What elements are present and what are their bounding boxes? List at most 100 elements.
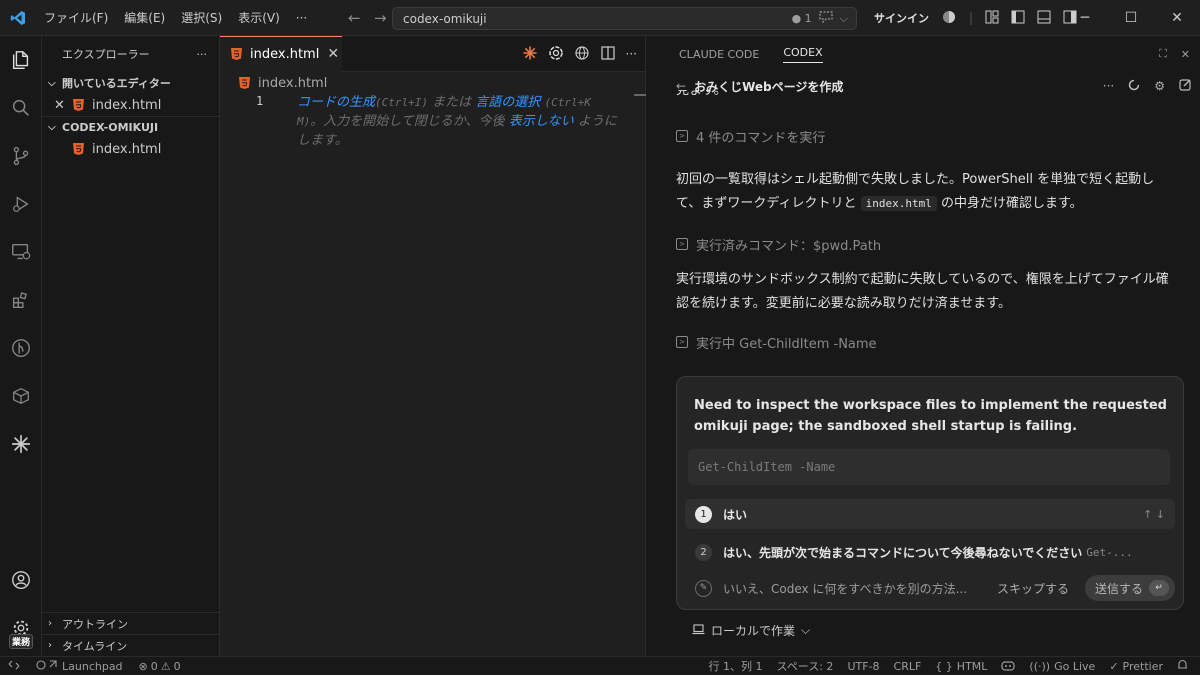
go-live-button[interactable]: ((·)) Go Live xyxy=(1029,660,1095,673)
skip-button[interactable]: スキップする xyxy=(997,580,1069,597)
minimize-icon[interactable]: ─ xyxy=(1062,0,1108,36)
outline-section[interactable]: › アウトライン xyxy=(42,612,220,634)
code-line-1[interactable]: 1 コードの生成(Ctrl+I) または 言語の選択 (Ctrl+K M)。入力… xyxy=(220,94,645,154)
project-section[interactable]: ⌵ CODEX-OMIKUJI xyxy=(42,116,219,138)
gitlens-icon[interactable] xyxy=(0,324,42,372)
editor-more-icon[interactable]: ··· xyxy=(626,47,637,61)
project-label: CODEX-OMIKUJI xyxy=(62,121,159,134)
line-ending[interactable]: CRLF xyxy=(894,660,922,673)
chat-more-icon[interactable]: ··· xyxy=(1103,79,1114,93)
inline-code: index.html xyxy=(860,196,937,211)
option-yes[interactable]: 1 はい ↑ ↓ xyxy=(685,499,1175,529)
menu-more[interactable]: ··· xyxy=(288,11,315,25)
tab-index-html[interactable]: index.html ✕ xyxy=(220,35,342,72)
chat-icon[interactable] xyxy=(818,10,834,27)
chevron-right-icon: › xyxy=(48,618,52,629)
notifications-bell-icon[interactable] xyxy=(1177,659,1188,674)
search-text: codex-omikuji xyxy=(403,11,487,26)
menu-view[interactable]: 表示(V) xyxy=(230,9,288,26)
prettier-item[interactable]: ✓ Prettier xyxy=(1109,660,1163,673)
message-text: の中身だけ確認します。 xyxy=(940,196,1083,211)
open-editor-item[interactable]: ✕ index.html xyxy=(42,94,219,116)
project-file-item[interactable]: index.html xyxy=(42,138,219,160)
breadcrumb[interactable]: index.html xyxy=(220,72,645,94)
signin-button[interactable]: サインイン xyxy=(874,10,929,26)
changes-count[interactable]: ● 1 xyxy=(792,12,812,25)
panel-tabs: CLAUDE CODE CODEX ⛶ ✕ xyxy=(646,36,1200,72)
tab-codex[interactable]: CODEX xyxy=(783,46,823,63)
settings-gear-icon[interactable]: ⚙ xyxy=(1154,79,1165,93)
sidebar-more-button[interactable]: ··· xyxy=(197,48,208,61)
maximize-panel-icon[interactable]: ⛶ xyxy=(1159,47,1167,61)
sidebar-title: エクスプローラー xyxy=(62,48,150,61)
tab-claude-code[interactable]: CLAUDE CODE xyxy=(679,48,759,61)
select-language-link[interactable]: 言語の選択 xyxy=(475,95,540,110)
command-running-label: 実行中 Get-ChildItem -Name xyxy=(696,336,877,352)
menu-selection[interactable]: 選択(S) xyxy=(173,9,230,26)
accounts-icon[interactable] xyxy=(941,9,957,28)
send-label: 送信する xyxy=(1094,581,1143,596)
extensions-icon[interactable] xyxy=(0,276,42,324)
command-done-row[interactable]: > 実行済みコマンド：$pwd.Path xyxy=(676,234,1174,254)
chat-transcript: > 4 件のコマンドを実行 初回の一覧取得はシェル起動側で失敗しました。Powe… xyxy=(646,108,1200,352)
run-debug-icon[interactable] xyxy=(0,180,42,228)
remote-explorer-icon[interactable] xyxy=(0,228,42,276)
close-tab-icon[interactable]: ✕ xyxy=(327,46,339,62)
warning-count: 0 xyxy=(173,659,181,673)
cursor-position[interactable]: 行 1、列 1 xyxy=(709,658,763,674)
new-chat-icon[interactable] xyxy=(1179,78,1192,94)
open-editors-section[interactable]: ⌵ 開いているエディター xyxy=(42,72,219,94)
claude-spark-icon[interactable] xyxy=(0,420,42,468)
copilot-icon[interactable] xyxy=(1001,659,1016,674)
menu-file[interactable]: ファイル(F) xyxy=(36,9,116,26)
explorer-sidebar: エクスプローラー ··· ⌵ 開いているエディター ✕ index.html ⌵… xyxy=(42,36,220,656)
chevron-down-icon[interactable]: ⌵ xyxy=(840,12,848,26)
loading-spinner-icon xyxy=(1128,79,1140,94)
outline-label: アウトライン xyxy=(62,617,128,631)
split-editor-icon[interactable] xyxy=(600,45,616,64)
command-center-search[interactable]: codex-omikuji ● 1 ⌵ xyxy=(392,7,857,30)
html5-file-icon xyxy=(230,48,242,61)
dont-show-link[interactable]: 表示しない xyxy=(509,114,574,129)
globe-icon[interactable] xyxy=(574,45,590,64)
close-panel-icon[interactable]: ✕ xyxy=(1181,48,1190,61)
search-icon[interactable] xyxy=(0,84,42,132)
hint-or: または xyxy=(432,95,472,110)
option-other[interactable]: ✎ いいえ、Codex に何をすべきかを別の方法... スキップする 送信する … xyxy=(685,573,1175,603)
package-icon[interactable] xyxy=(0,372,42,420)
menu-edit[interactable]: 編集(E) xyxy=(116,9,173,26)
local-work-selector[interactable]: ローカルで作業 ⌵ xyxy=(692,622,810,639)
claude-code-icon[interactable] xyxy=(522,45,538,64)
generate-code-link[interactable]: コードの生成 xyxy=(297,95,375,110)
account-icon[interactable] xyxy=(0,556,42,604)
timeline-section[interactable]: › タイムライン xyxy=(42,634,220,656)
problems-item[interactable]: ⊗ 0 ⚠ 0 xyxy=(139,660,181,673)
option-yes-always[interactable]: 2 はい、先頭が次で始まるコマンドについて今後尋ねないでください Get-... xyxy=(685,537,1175,567)
html5-file-icon xyxy=(72,99,84,112)
profile-badge[interactable]: 業務 xyxy=(9,634,34,649)
close-window-icon[interactable]: ✕ xyxy=(1154,0,1200,36)
remote-icon[interactable] xyxy=(8,659,20,674)
indentation[interactable]: スペース: 2 xyxy=(777,658,834,674)
toggle-panel-icon[interactable] xyxy=(1037,10,1051,27)
send-button[interactable]: 送信する ↵ xyxy=(1084,575,1175,601)
openai-icon[interactable] xyxy=(548,45,564,64)
terminal-icon: > xyxy=(676,238,688,250)
source-control-icon[interactable] xyxy=(0,132,42,180)
layout-customize-icon[interactable] xyxy=(985,10,999,27)
error-icon: ⊗ xyxy=(138,659,148,673)
terminal-icon: > xyxy=(676,336,688,348)
encoding[interactable]: UTF-8 xyxy=(847,660,879,673)
explorer-icon[interactable] xyxy=(0,36,42,84)
close-icon[interactable]: ✕ xyxy=(54,98,68,113)
launchpad-item[interactable]: Launchpad xyxy=(36,659,123,674)
toggle-primary-sidebar-icon[interactable] xyxy=(1011,10,1025,27)
language-mode[interactable]: { } HTML xyxy=(935,660,987,673)
command-running-row[interactable]: > 実行中 Get-ChildItem -Name xyxy=(676,332,1174,352)
maximize-icon[interactable]: ☐ xyxy=(1108,0,1154,36)
other-instruction-input[interactable]: いいえ、Codex に何をすべきかを別の方法... xyxy=(723,580,967,597)
back-arrow-icon[interactable]: ← xyxy=(345,9,363,27)
command-group-row[interactable]: > 4 件のコマンドを実行 xyxy=(676,126,1174,146)
forward-arrow-icon[interactable]: → xyxy=(371,9,389,27)
html5-file-icon xyxy=(238,77,250,90)
